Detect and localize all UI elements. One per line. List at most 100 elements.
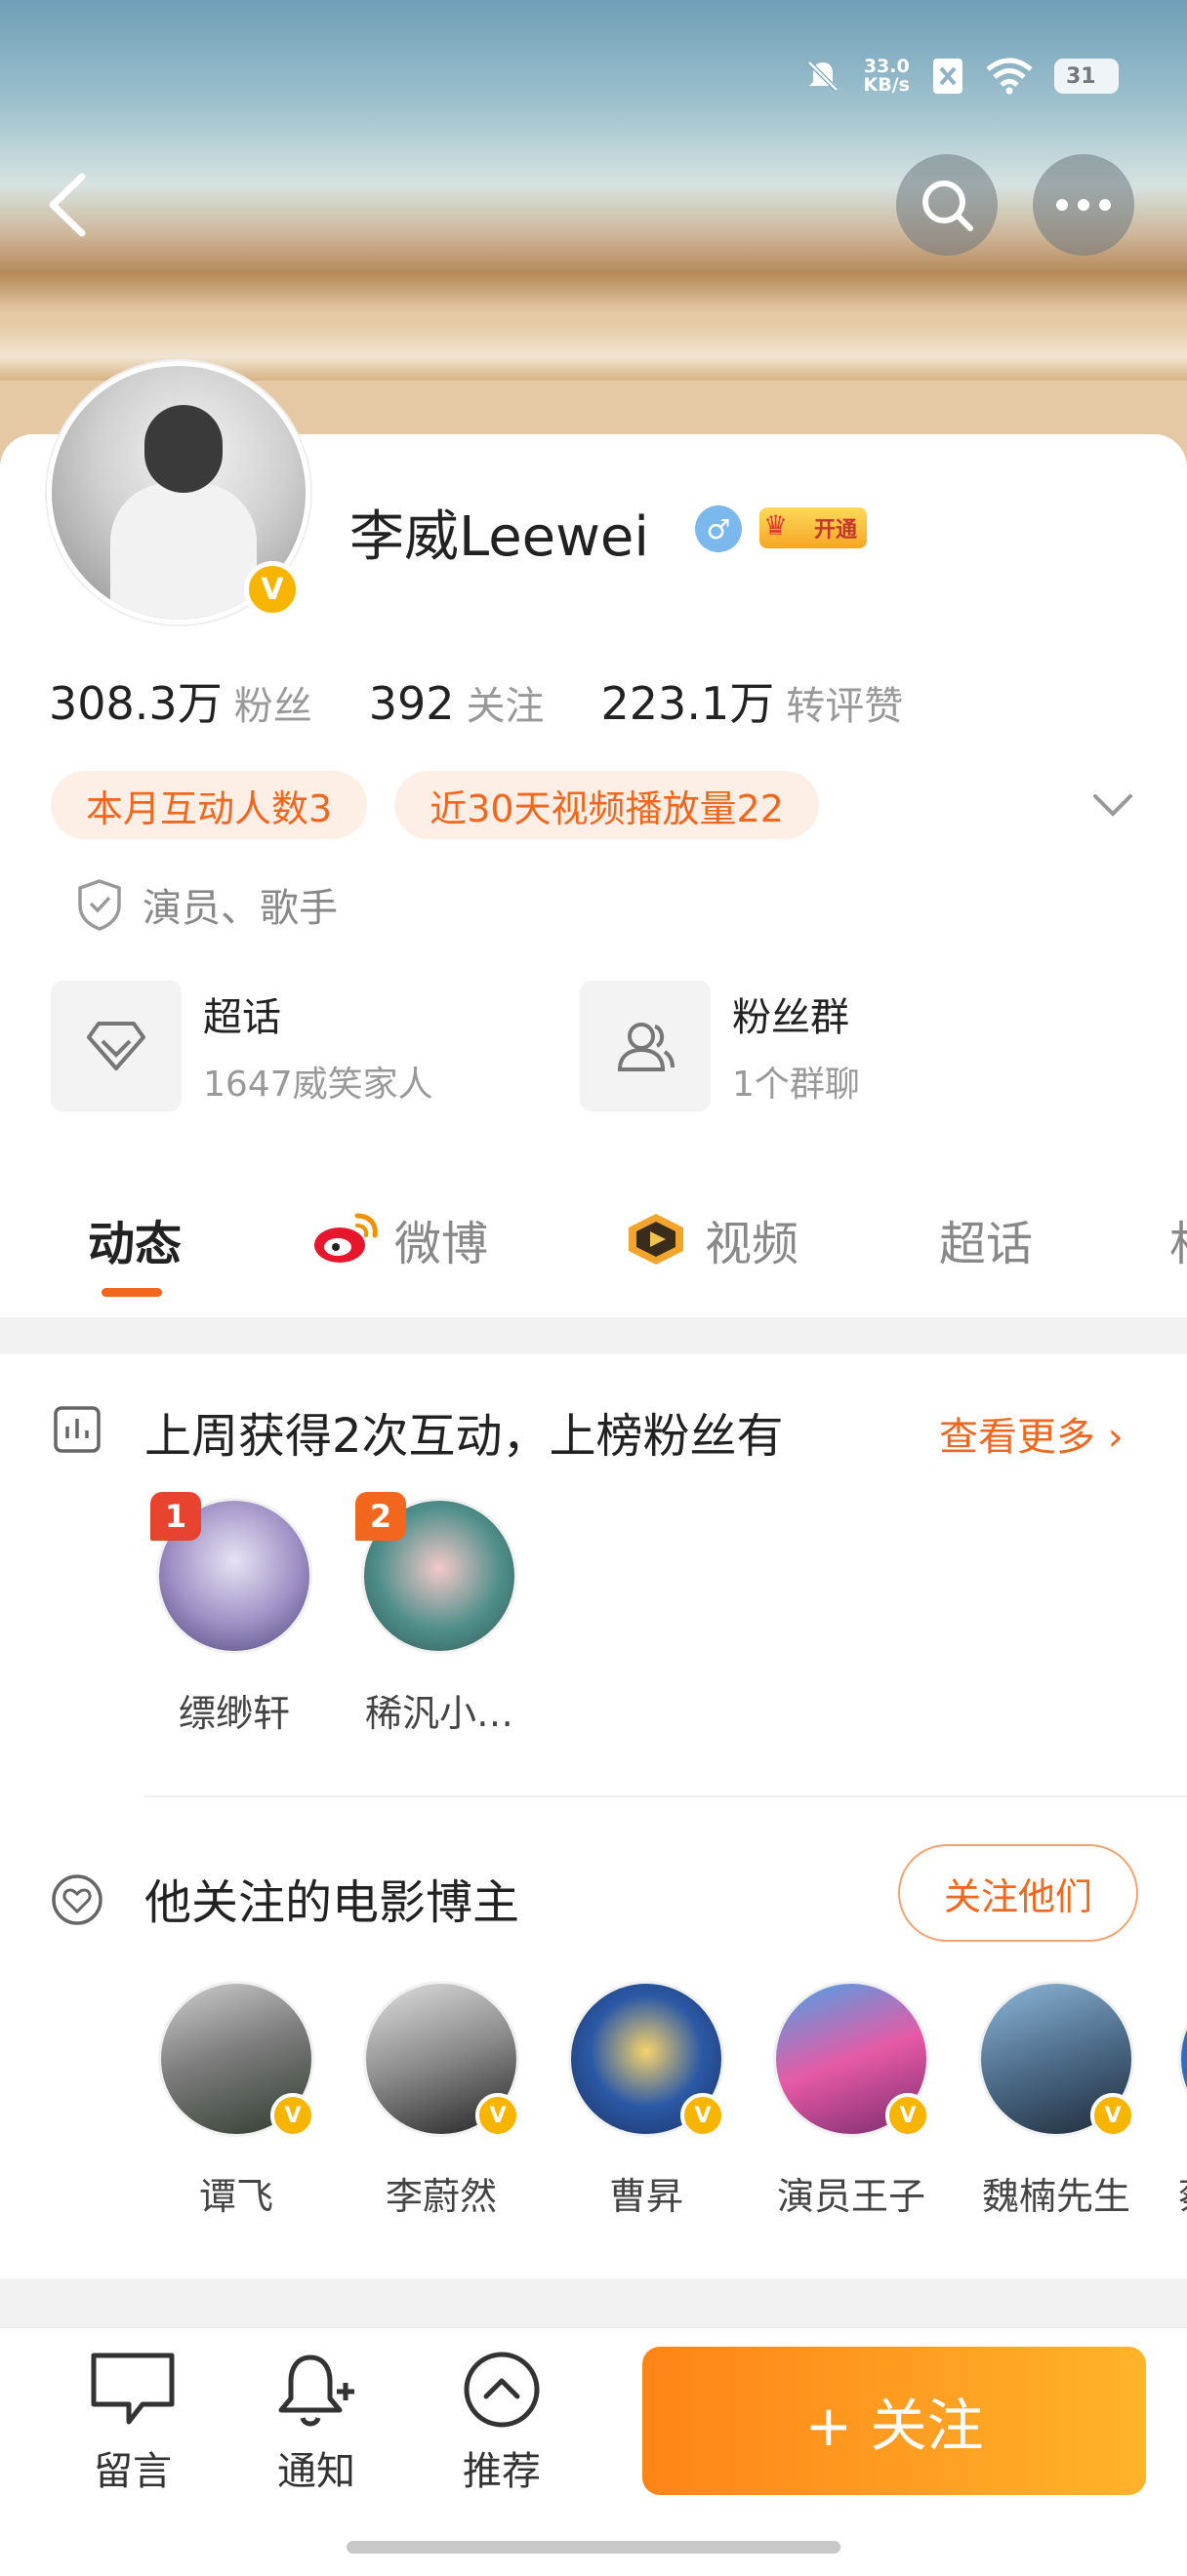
blogger-avatar[interactable]: V [158, 1981, 315, 2138]
verified-badge-icon: V [1090, 2093, 1135, 2138]
tab-super-topic-label: 超话 [939, 1217, 1034, 1271]
following-label[interactable]: 关注 [467, 674, 545, 731]
vip-open-badge[interactable]: ♛ 开通 [759, 507, 867, 548]
recommend-button[interactable]: 推荐 [433, 2350, 570, 2496]
fans-count[interactable]: 308.3万 [49, 668, 223, 733]
fan-group-title: 粉丝群 [732, 995, 849, 1040]
search-button[interactable] [896, 154, 998, 256]
chevron-up-circle-icon [464, 2352, 540, 2428]
blogger-item[interactable]: 蔡 [1178, 1981, 1187, 2220]
super-topic-title: 超话 [203, 995, 281, 1040]
blogger-name: 曹昇 [608, 2175, 683, 2218]
search-icon [922, 181, 973, 231]
notify-button[interactable]: 通知 [248, 2350, 385, 2496]
fan-item[interactable]: 2 稀汎小… [355, 1492, 517, 1737]
fan-group-icon-box [580, 981, 711, 1111]
blogger-item[interactable]: V 谭飞 [153, 1981, 319, 2220]
group-icon [617, 1023, 675, 1071]
blogger-avatar[interactable]: V [978, 1981, 1135, 2138]
message-label: 留言 [94, 2449, 172, 2494]
occupation-text: 演员、歌手 [143, 886, 338, 931]
rank-badge: 2 [355, 1492, 406, 1541]
see-more-label: 查看更多 [939, 1415, 1095, 1460]
super-topic-subtitle: 1647威笑家人 [203, 1065, 433, 1105]
fan-group-subtitle: 1个群聊 [732, 1065, 860, 1105]
fan-name: 稀汎小… [364, 1692, 513, 1735]
wifi-icon [986, 58, 1033, 95]
tab-video-label: 视频 [705, 1217, 799, 1271]
blogger-avatar[interactable]: V [363, 1981, 520, 2138]
heart-circle-icon [52, 1874, 102, 1925]
video-views-chip[interactable]: 近30天视频播放量22 [394, 771, 819, 839]
stat-chips: 本月互动人数3 近30天视频播放量22 [51, 771, 819, 839]
blogger-item[interactable]: V 李蔚然 [358, 1981, 524, 2220]
monthly-interaction-chip[interactable]: 本月互动人数3 [51, 771, 368, 839]
tab-weibo-label: 微博 [394, 1217, 489, 1271]
section-gap [0, 2278, 1187, 2327]
tab-album[interactable]: 相 [1169, 1200, 1187, 1278]
crown-icon: ♛ [763, 509, 789, 542]
back-arrow-icon[interactable] [43, 171, 92, 239]
battery-level: 31 [1066, 63, 1096, 89]
net-speed-unit: KB/s [863, 74, 910, 96]
follow-them-button[interactable]: 关注他们 [898, 1844, 1138, 1942]
fans-label[interactable]: 粉丝 [234, 674, 312, 731]
profile-tabs: 动态 微博 视频 超话 相 [0, 1200, 1187, 1298]
tab-super-topic[interactable]: 超话 [939, 1200, 1033, 1278]
follow-button[interactable]: + 关注 [642, 2347, 1146, 2495]
profile-name: 李威Leewei [349, 505, 649, 569]
rank-badge: 1 [150, 1492, 201, 1541]
fan-name: 缥缈轩 [178, 1692, 290, 1735]
message-icon [91, 2353, 175, 2425]
engagement-label[interactable]: 转评赞 [786, 674, 903, 731]
tab-weibo[interactable]: 微博 [310, 1200, 488, 1278]
blogger-avatar[interactable]: V [568, 1981, 725, 2138]
blogger-item[interactable]: V 魏楠先生 [973, 1981, 1139, 2220]
following-count[interactable]: 392 [369, 677, 455, 730]
message-button[interactable]: 留言 [64, 2350, 201, 2496]
blogger-name: 李蔚然 [385, 2175, 497, 2218]
bell-plus-icon [278, 2355, 354, 2427]
blogger-item[interactable]: V 演员王子 [768, 1981, 934, 2220]
blogger-avatar[interactable]: V [773, 1981, 930, 2138]
occupation-row: 演员、歌手 [76, 876, 338, 933]
diamond-icon [87, 1022, 145, 1070]
home-indicator[interactable] [347, 2541, 840, 2554]
tab-dynamics-label: 动态 [88, 1217, 183, 1271]
video-play-icon [629, 1214, 683, 1265]
verified-badge-icon: V [885, 2093, 930, 2138]
tab-album-label: 相 [1169, 1205, 1187, 1273]
blogger-name: 演员王子 [776, 2175, 925, 2218]
fan-item[interactable]: 1 缥缈轩 [150, 1492, 312, 1737]
profile-stats: 308.3万 粉丝 392 关注 223.1万 转评赞 [49, 668, 960, 733]
more-options-button[interactable] [1033, 154, 1134, 256]
verified-badge-icon: V [680, 2093, 725, 2138]
chevron-right-icon: › [1107, 1415, 1124, 1460]
mute-icon [806, 60, 839, 92]
verified-badge-icon: V [244, 561, 301, 618]
bar-chart-icon [54, 1406, 101, 1453]
see-more-link[interactable]: 查看更多 › [939, 1405, 1124, 1462]
avatar-figure-body [110, 483, 257, 620]
fans-section-title: 上周获得2次互动，上榜粉丝有 [144, 1409, 784, 1464]
engagement-count[interactable]: 223.1万 [601, 668, 775, 733]
chevron-down-icon[interactable] [1091, 790, 1134, 820]
super-topic-entry[interactable]: 超话 1647威笑家人 [51, 981, 433, 1111]
shield-icon [78, 879, 121, 931]
profile-page: 33.0 KB/s 31 V 李威Leewei ♂ ♛ 开通 308.3万 粉丝… [0, 0, 1187, 2576]
net-speed: 33.0 KB/s [864, 58, 910, 95]
tab-video[interactable]: 视频 [621, 1200, 798, 1278]
section-gap [0, 1317, 1187, 1354]
weibo-logo-icon [314, 1213, 378, 1263]
blogger-avatar[interactable] [1178, 1981, 1187, 2137]
blogger-item[interactable]: V 曹昇 [563, 1981, 729, 2220]
blogger-name: 谭飞 [198, 2175, 273, 2218]
section-divider [144, 1795, 1187, 1797]
verified-badge-icon: V [270, 2093, 315, 2138]
bloggers-section-title: 他关注的电影博主 [144, 1875, 520, 1930]
blogger-name: 魏楠先生 [981, 2175, 1130, 2218]
fan-group-entry[interactable]: 粉丝群 1个群聊 [580, 981, 860, 1111]
tab-active-indicator [102, 1288, 162, 1297]
status-bar: 33.0 KB/s 31 [803, 57, 1119, 96]
tab-dynamics[interactable]: 动态 [88, 1200, 182, 1278]
